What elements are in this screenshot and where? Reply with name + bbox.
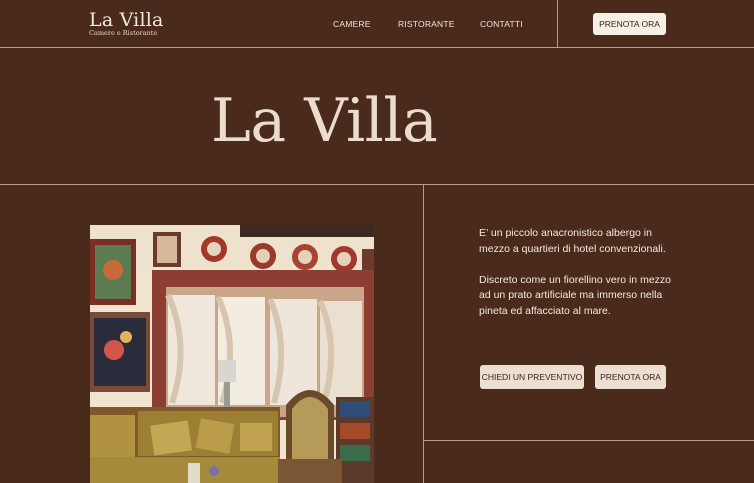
intro-paragraph: Discreto come un fiorellino vero in mezz… [479, 273, 671, 317]
top-navigation-bar: La Villa Camere e Ristorante CAMERE RIST… [0, 0, 754, 48]
nav-item-ristorante[interactable]: RISTORANTE [398, 19, 455, 29]
header-divider [557, 0, 558, 48]
book-now-button[interactable]: PRENOTA ORA [595, 365, 666, 389]
intro-paragraph: E’ un piccolo anacronistico albergo in m… [479, 227, 666, 255]
section-divider-lower [423, 440, 754, 441]
section-divider-horizontal [0, 184, 754, 185]
brand-tagline: Camere e Ristorante [89, 29, 158, 37]
request-quote-button[interactable]: CHIEDI UN PREVENTIVO [480, 365, 584, 389]
interior-photo [90, 225, 374, 483]
section-divider-vertical [423, 184, 424, 483]
book-now-header-button[interactable]: PRENOTA ORA [593, 13, 666, 35]
brand-name: La Villa [89, 9, 164, 31]
brand-logo[interactable]: La Villa Camere e Ristorante [89, 10, 164, 37]
hero-title: La Villa [211, 86, 438, 156]
nav-item-contatti[interactable]: CONTATTI [480, 19, 523, 29]
nav-item-camere[interactable]: CAMERE [333, 19, 371, 29]
intro-text: E’ un piccolo anacronistico albergo in m… [479, 226, 679, 335]
